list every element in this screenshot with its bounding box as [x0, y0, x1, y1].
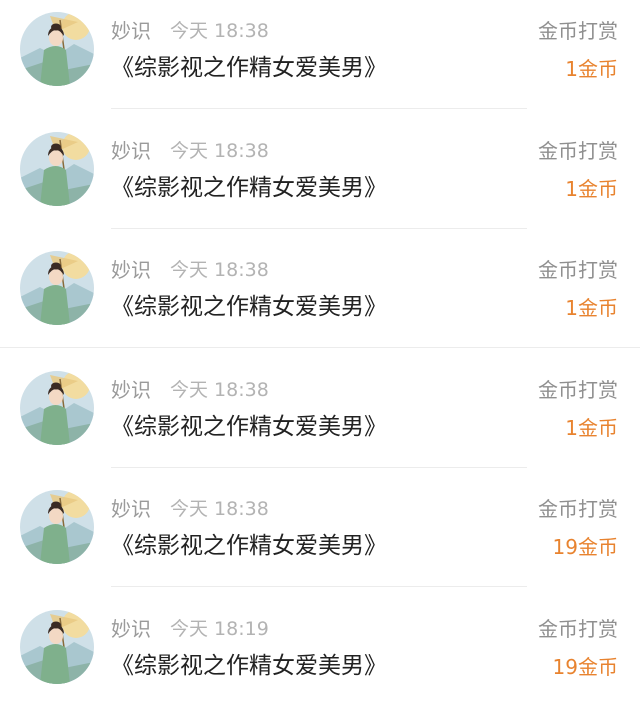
row-divider — [0, 347, 640, 348]
tip-row[interactable]: 妙识 今天 18:19 《综影视之作精女爱美男》 金币打赏 19金币 — [0, 598, 640, 717]
tip-type-label: 金币打赏 — [538, 378, 618, 402]
tip-amount: 1金币 — [565, 57, 618, 81]
tip-type-label: 金币打赏 — [538, 19, 618, 43]
tip-row[interactable]: 妙识 今天 18:38 《综影视之作精女爱美男》 金币打赏 1金币 — [0, 359, 640, 478]
tip-time: 今天 18:38 — [170, 140, 269, 162]
user-name[interactable]: 妙识 — [111, 138, 151, 164]
user-avatar[interactable] — [20, 251, 94, 325]
row-divider — [111, 586, 527, 587]
row-divider — [111, 108, 527, 109]
tip-amount: 19金币 — [552, 535, 618, 559]
tip-type-label: 金币打赏 — [538, 258, 618, 282]
tip-amount: 1金币 — [565, 416, 618, 440]
user-avatar[interactable] — [20, 12, 94, 86]
row-divider — [111, 228, 527, 229]
book-title[interactable]: 《综影视之作精女爱美男》 — [111, 173, 387, 203]
book-title[interactable]: 《综影视之作精女爱美男》 — [111, 531, 387, 561]
user-avatar[interactable] — [20, 371, 94, 445]
tip-amount: 1金币 — [565, 296, 618, 320]
user-name[interactable]: 妙识 — [111, 377, 151, 403]
book-title[interactable]: 《综影视之作精女爱美男》 — [111, 53, 387, 83]
tip-time: 今天 18:19 — [170, 618, 269, 640]
user-avatar[interactable] — [20, 132, 94, 206]
tip-type-label: 金币打赏 — [538, 139, 618, 163]
user-avatar[interactable] — [20, 610, 94, 684]
tip-time: 今天 18:38 — [170, 498, 269, 520]
tip-row[interactable]: 妙识 今天 18:38 《综影视之作精女爱美男》 金币打赏 1金币 — [0, 239, 640, 358]
tip-list: 妙识 今天 18:38 《综影视之作精女爱美男》 金币打赏 1金币 妙识 今天 … — [0, 0, 640, 694]
user-avatar[interactable] — [20, 490, 94, 564]
tip-amount: 19金币 — [552, 655, 618, 679]
user-name[interactable]: 妙识 — [111, 257, 151, 283]
user-name[interactable]: 妙识 — [111, 496, 151, 522]
tip-type-label: 金币打赏 — [538, 497, 618, 521]
user-name[interactable]: 妙识 — [111, 616, 151, 642]
tip-time: 今天 18:38 — [170, 259, 269, 281]
tip-amount: 1金币 — [565, 177, 618, 201]
user-name[interactable]: 妙识 — [111, 18, 151, 44]
row-divider — [111, 467, 527, 468]
tip-time: 今天 18:38 — [170, 20, 269, 42]
tip-row[interactable]: 妙识 今天 18:38 《综影视之作精女爱美男》 金币打赏 1金币 — [0, 120, 640, 239]
book-title[interactable]: 《综影视之作精女爱美男》 — [111, 292, 387, 322]
tip-row[interactable]: 妙识 今天 18:38 《综影视之作精女爱美男》 金币打赏 1金币 — [0, 0, 640, 119]
tip-row[interactable]: 妙识 今天 18:38 《综影视之作精女爱美男》 金币打赏 19金币 — [0, 478, 640, 597]
tip-type-label: 金币打赏 — [538, 617, 618, 641]
book-title[interactable]: 《综影视之作精女爱美男》 — [111, 651, 387, 681]
book-title[interactable]: 《综影视之作精女爱美男》 — [111, 412, 387, 442]
tip-time: 今天 18:38 — [170, 379, 269, 401]
